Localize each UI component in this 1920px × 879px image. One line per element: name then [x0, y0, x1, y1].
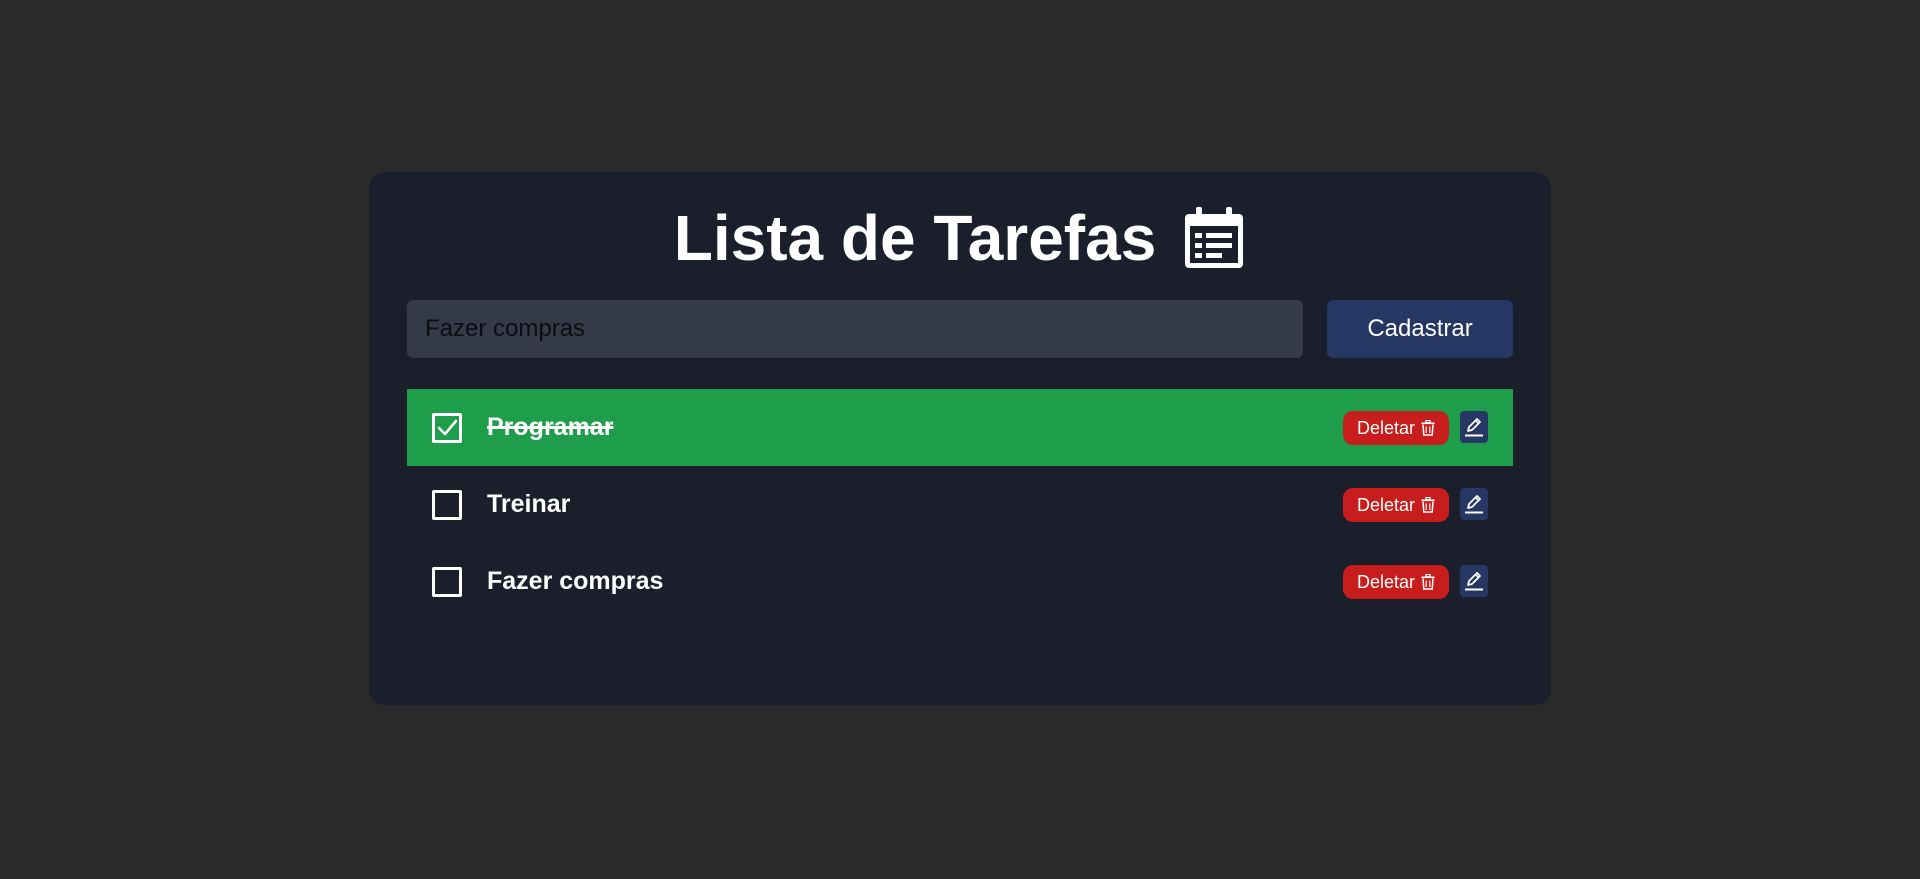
trash-icon — [1421, 574, 1435, 590]
task-item-2: Treinar Deletar — [407, 466, 1513, 543]
task-item-3: Fazer compras Deletar — [407, 543, 1513, 620]
task-checkbox[interactable] — [432, 413, 462, 443]
delete-label: Deletar — [1356, 571, 1416, 592]
checkmark-icon — [437, 419, 458, 436]
task-checkbox[interactable] — [432, 490, 462, 520]
task-list: Programar Deletar Treinar Deletar Fazer … — [407, 389, 1513, 620]
trash-icon — [1421, 497, 1435, 513]
task-item-1: Programar Deletar — [407, 389, 1513, 466]
edit-button[interactable] — [1460, 411, 1488, 443]
task-label: Treinar — [487, 490, 571, 518]
delete-label: Deletar — [1356, 417, 1416, 438]
edit-button[interactable] — [1460, 565, 1488, 597]
edit-button[interactable] — [1460, 488, 1488, 520]
add-task-button[interactable]: Cadastrar — [1327, 300, 1513, 358]
task-label: Programar — [487, 413, 614, 441]
pencil-icon — [1465, 418, 1483, 437]
pencil-icon — [1465, 495, 1483, 514]
todo-card: Lista de Tarefas Cadastrar Programar Del… — [369, 172, 1551, 705]
task-label: Fazer compras — [487, 567, 664, 595]
pencil-icon — [1465, 572, 1483, 591]
task-form: Cadastrar — [407, 300, 1513, 358]
page-title: Lista de Tarefas — [673, 202, 1157, 274]
delete-button[interactable]: Deletar — [1343, 488, 1449, 522]
calendar-list-icon — [1185, 207, 1244, 268]
task-checkbox[interactable] — [432, 567, 462, 597]
delete-button[interactable]: Deletar — [1343, 411, 1449, 445]
trash-icon — [1421, 420, 1435, 436]
delete-button[interactable]: Deletar — [1343, 565, 1449, 599]
delete-label: Deletar — [1356, 494, 1416, 515]
task-input[interactable] — [407, 300, 1303, 358]
header: Lista de Tarefas — [369, 196, 1551, 280]
